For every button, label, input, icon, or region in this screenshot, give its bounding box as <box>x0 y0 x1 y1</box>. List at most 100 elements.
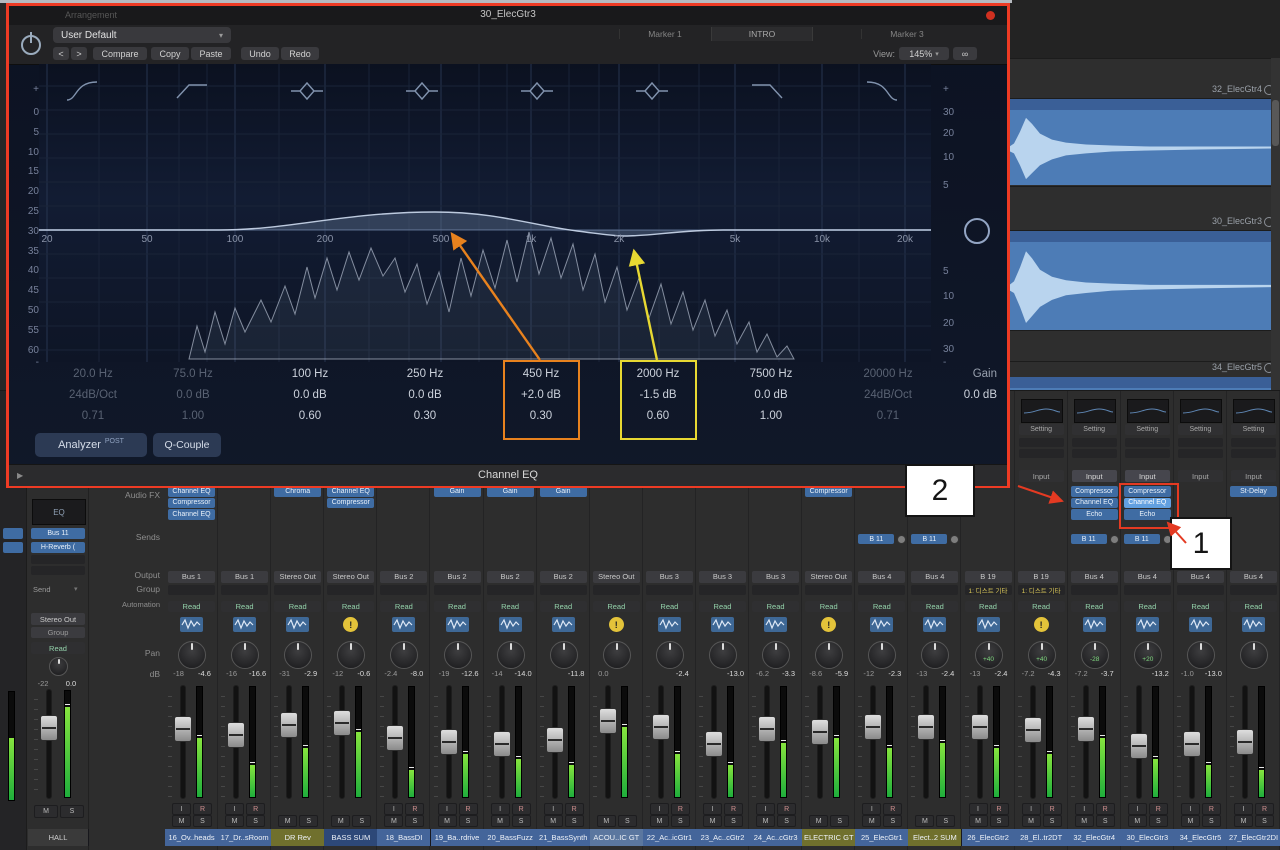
solo-button[interactable]: S <box>1042 815 1062 827</box>
fader-track[interactable] <box>47 690 51 798</box>
group-button[interactable]: Group <box>31 627 85 638</box>
input-monitor-button[interactable]: I <box>1180 803 1200 815</box>
record-enable-button[interactable]: R <box>193 803 212 815</box>
automation-button[interactable]: Read <box>1017 600 1065 612</box>
output-button[interactable]: Bus 4 <box>911 571 959 583</box>
group-slot[interactable] <box>221 584 269 595</box>
send-knob[interactable] <box>1109 535 1119 544</box>
track-name[interactable]: 18_BassDI <box>377 829 432 846</box>
output-button[interactable]: Bus 3 <box>752 571 800 583</box>
send-knob[interactable] <box>897 535 907 544</box>
eq-band-7-gain[interactable]: 0.0 dB <box>725 389 817 401</box>
mute-button[interactable]: M <box>490 815 510 827</box>
solo-button[interactable]: S <box>989 815 1009 827</box>
input-slot[interactable]: Bus 11 <box>31 528 85 539</box>
master-gain-knob[interactable] <box>964 218 990 244</box>
pan-knob[interactable] <box>337 641 366 669</box>
empty-slot[interactable] <box>1124 449 1170 458</box>
mute-button[interactable]: M <box>1234 815 1253 827</box>
fader-handle[interactable] <box>1129 733 1148 760</box>
pan-knob[interactable] <box>921 641 950 669</box>
pan-knob[interactable] <box>549 641 578 669</box>
input-monitor-button[interactable]: I <box>649 803 669 815</box>
automation-button[interactable]: Read <box>539 600 587 612</box>
pan-knob[interactable]: +40 <box>1027 641 1056 669</box>
next-preset-button[interactable]: > <box>71 47 87 60</box>
group-slot[interactable] <box>858 584 906 595</box>
track-name[interactable]: 24_Ac..cGtr3 <box>749 829 804 846</box>
fader-handle[interactable] <box>280 711 299 738</box>
copy-button[interactable]: Copy <box>151 47 189 60</box>
output-button[interactable]: Bus 4 <box>1176 571 1224 583</box>
mute-button[interactable]: M <box>756 815 776 827</box>
pan-knob[interactable] <box>815 641 844 669</box>
mute-button[interactable]: M <box>703 815 722 827</box>
link-button[interactable]: ∞ <box>953 47 977 60</box>
output-button[interactable]: Bus 2 <box>380 571 428 583</box>
eq-graph[interactable] <box>39 64 931 362</box>
eq-band-2-q[interactable]: 1.00 <box>147 410 239 422</box>
eq-band-8-q[interactable]: 0.71 <box>842 410 934 422</box>
empty-slot[interactable] <box>1231 449 1276 458</box>
solo-button[interactable]: S <box>564 815 584 827</box>
group-slot[interactable] <box>433 584 481 595</box>
group-slot[interactable] <box>486 584 534 595</box>
track-name[interactable]: 22_Ac..icGtr1 <box>642 829 697 846</box>
input-monitor-button[interactable]: I <box>703 803 722 815</box>
group-slot[interactable] <box>1123 584 1171 595</box>
mute-button[interactable]: M <box>384 815 404 827</box>
empty-slot[interactable] <box>1071 438 1117 447</box>
fader-handle[interactable] <box>40 715 58 741</box>
record-enable-button[interactable]: R <box>1201 803 1221 815</box>
input-button[interactable]: Input <box>1177 470 1223 482</box>
record-enable-button[interactable]: R <box>1148 803 1168 815</box>
mute-button[interactable]: M <box>968 815 988 827</box>
track-name[interactable]: Elect..2 SUM <box>908 829 963 846</box>
mute-button[interactable]: M <box>543 815 563 827</box>
pan-knob[interactable]: +40 <box>974 641 1003 669</box>
mute-button[interactable]: M <box>331 815 351 827</box>
mute-button[interactable]: M <box>915 815 935 827</box>
redo-button[interactable]: Redo <box>281 47 319 60</box>
eq-band-3-gain[interactable]: 0.0 dB <box>264 389 356 401</box>
empty-slot[interactable] <box>1177 438 1223 447</box>
audio-fx-slot[interactable]: Channel EQ <box>1070 497 1118 508</box>
empty-slot[interactable] <box>1018 449 1064 458</box>
empty-slot[interactable] <box>1124 438 1170 447</box>
scrollbar-thumb[interactable] <box>1272 100 1279 146</box>
fader-handle[interactable] <box>598 707 617 734</box>
analyzer-mode-label[interactable]: POST <box>105 438 124 445</box>
group-slot[interactable] <box>168 584 215 595</box>
plugin-window-titlebar[interactable]: Arrangement 30_ElecGtr3 <box>9 6 1007 26</box>
input-monitor-button[interactable]: I <box>225 803 245 815</box>
audio-fx-slot[interactable]: Channel EQ <box>168 509 215 520</box>
fader-handle[interactable] <box>917 714 936 741</box>
empty-slot[interactable] <box>1018 438 1064 447</box>
send-label[interactable]: Send <box>33 585 51 594</box>
input-monitor-button[interactable]: I <box>437 803 457 815</box>
track-name[interactable]: 17_Dr..sRoom <box>218 829 273 846</box>
input-button[interactable]: Input <box>1231 470 1276 482</box>
solo-button[interactable]: S <box>883 815 903 827</box>
fader-handle[interactable] <box>174 716 192 743</box>
mute-button[interactable]: M <box>1021 815 1041 827</box>
audio-region[interactable] <box>1000 377 1272 391</box>
record-enable-button[interactable]: R <box>989 803 1009 815</box>
automation-button[interactable]: Read <box>221 600 269 612</box>
input-button[interactable]: Input <box>1071 470 1117 482</box>
eq-band-4-gain[interactable]: 0.0 dB <box>379 389 471 401</box>
group-slot[interactable] <box>752 584 800 595</box>
eq-band-7-q[interactable]: 1.00 <box>725 410 817 422</box>
mute-button[interactable]: M <box>596 815 616 827</box>
pan-knob[interactable] <box>1240 641 1268 669</box>
eq-thumbnail[interactable] <box>1179 399 1222 423</box>
output-button[interactable]: Stereo Out <box>31 613 85 625</box>
fader-handle[interactable] <box>386 724 405 751</box>
fader-handle[interactable] <box>1023 716 1042 743</box>
analyzer-button[interactable]: Analyzer POST <box>35 433 147 457</box>
arrange-scrollbar[interactable] <box>1271 58 1280 392</box>
input-monitor-button[interactable]: I <box>1127 803 1147 815</box>
output-button[interactable]: Bus 4 <box>1230 571 1277 583</box>
output-button[interactable]: Bus 3 <box>645 571 693 583</box>
solo-button[interactable]: S <box>511 815 531 827</box>
